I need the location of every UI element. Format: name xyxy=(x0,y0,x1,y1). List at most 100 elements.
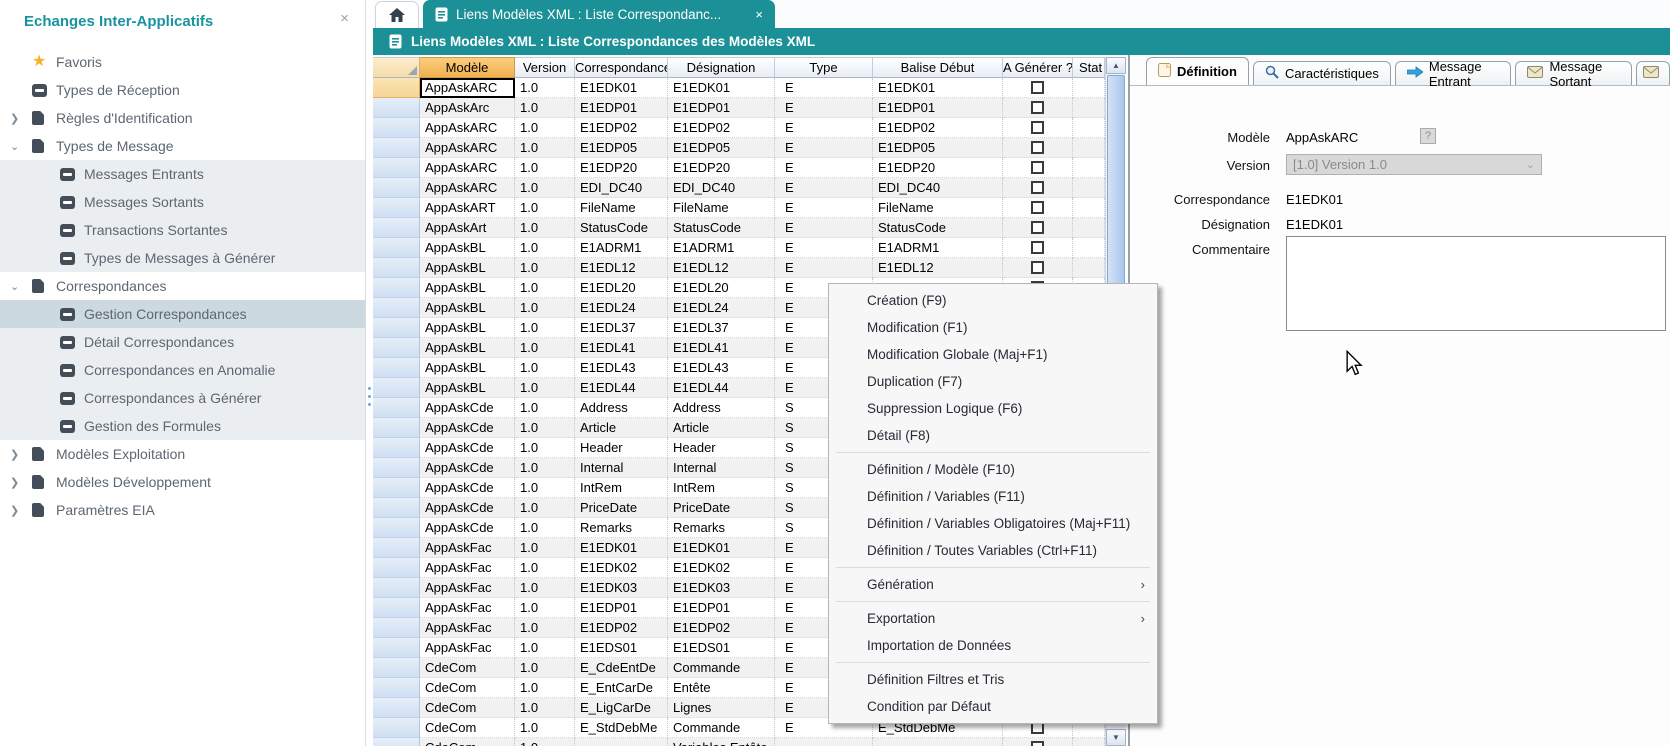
row-selector[interactable] xyxy=(373,378,420,398)
cell-designation[interactable]: E1EDL43 xyxy=(668,358,775,378)
a-generer-checkbox[interactable] xyxy=(1031,741,1044,746)
row-selector[interactable] xyxy=(373,138,420,158)
cell-modele[interactable]: AppAskCde xyxy=(420,518,515,538)
cell-correspondance[interactable]: E1EDL20 xyxy=(575,278,668,298)
row-selector[interactable] xyxy=(373,298,420,318)
context-menu-item[interactable]: Création (F9) xyxy=(829,287,1157,314)
row-selector[interactable] xyxy=(373,118,420,138)
cell-version[interactable]: 1.0 xyxy=(515,338,575,358)
cell-modele[interactable]: AppAskBL xyxy=(420,238,515,258)
row-selector[interactable] xyxy=(373,398,420,418)
cell-type[interactable]: E xyxy=(775,98,873,118)
cell-designation[interactable]: Header xyxy=(668,438,775,458)
sidebar-item[interactable]: ❯ Règles d'Identification xyxy=(0,104,365,132)
cell-stat[interactable] xyxy=(1073,198,1105,218)
cell-designation[interactable]: Lignes xyxy=(668,698,775,718)
cell-version[interactable]: 1.0 xyxy=(515,678,575,698)
sidebar-item[interactable]: Correspondances en Anomalie xyxy=(0,356,365,384)
grid-corner-cell[interactable] xyxy=(373,57,420,78)
cell-designation[interactable]: E1ADRM1 xyxy=(668,238,775,258)
cell-correspondance[interactable]: IntRem xyxy=(575,478,668,498)
row-selector[interactable] xyxy=(373,278,420,298)
row-selector[interactable] xyxy=(373,258,420,278)
table-row[interactable]: AppAskARC1.0E1EDP20E1EDP20EE1EDP20 xyxy=(373,158,1105,178)
cell-correspondance[interactable]: E_EntCarDe xyxy=(575,678,668,698)
table-row[interactable]: AppAskARC1.0E1EDP02E1EDP02EE1EDP02 xyxy=(373,118,1105,138)
context-menu-item[interactable]: Définition / Toutes Variables (Ctrl+F11) xyxy=(829,537,1157,564)
context-menu-item[interactable]: Modification Globale (Maj+F1) xyxy=(829,341,1157,368)
context-menu-item[interactable]: Définition / Variables Obligatoires (Maj… xyxy=(829,510,1157,537)
row-selector[interactable] xyxy=(373,578,420,598)
cell-version[interactable]: 1.0 xyxy=(515,258,575,278)
version-dropdown[interactable]: [1.0] Version 1.0 ⌄ xyxy=(1286,154,1542,175)
cell-correspondance[interactable]: E1EDP02 xyxy=(575,618,668,638)
cell-designation[interactable]: Remarks xyxy=(668,518,775,538)
a-generer-checkbox[interactable] xyxy=(1031,141,1044,154)
cell-type[interactable]: E xyxy=(775,218,873,238)
cell-correspondance[interactable]: E1EDK01 xyxy=(575,78,668,98)
cell-stat[interactable] xyxy=(1073,258,1105,278)
cell-modele[interactable]: CdeCom xyxy=(420,738,515,746)
cell-designation[interactable]: Article xyxy=(668,418,775,438)
cell-designation[interactable]: E1EDK02 xyxy=(668,558,775,578)
grid-column-header[interactable]: Modèle xyxy=(420,57,515,78)
row-selector[interactable] xyxy=(373,738,420,746)
table-row[interactable]: AppAskArc1.0E1EDP01E1EDP01EE1EDP01 xyxy=(373,98,1105,118)
cell-stat[interactable] xyxy=(1073,218,1105,238)
table-row[interactable]: AppAskARC1.0E1EDP05E1EDP05EE1EDP05 xyxy=(373,138,1105,158)
cell-correspondance[interactable]: FileName xyxy=(575,198,668,218)
cell-correspondance[interactable]: E1EDP01 xyxy=(575,98,668,118)
cell-balise-debut[interactable]: StatusCode xyxy=(873,218,1003,238)
cell-designation[interactable]: E1EDK01 xyxy=(668,78,775,98)
cell-balise-debut[interactable]: E1EDK01 xyxy=(873,78,1003,98)
cell-correspondance[interactable]: E1EDL24 xyxy=(575,298,668,318)
cell-type[interactable]: E xyxy=(775,198,873,218)
cell-correspondance[interactable]: E1EDL41 xyxy=(575,338,668,358)
grid-column-header[interactable]: Correspondance xyxy=(575,57,668,78)
cell-stat[interactable] xyxy=(1073,158,1105,178)
cell-modele[interactable]: AppAskArc xyxy=(420,98,515,118)
cell-modele[interactable]: AppAskFac xyxy=(420,578,515,598)
cell-designation[interactable]: E1EDP05 xyxy=(668,138,775,158)
row-selector[interactable] xyxy=(373,518,420,538)
tab-liens-modeles-xml[interactable]: Liens Modèles XML : Liste Correspondanc.… xyxy=(423,0,775,28)
cell-modele[interactable]: AppAskARC xyxy=(420,178,515,198)
row-selector[interactable] xyxy=(373,338,420,358)
cell-version[interactable]: 1.0 xyxy=(515,278,575,298)
home-tab[interactable] xyxy=(375,1,419,28)
cell-version[interactable]: 1.0 xyxy=(515,398,575,418)
cell-version[interactable]: 1.0 xyxy=(515,458,575,478)
row-selector[interactable] xyxy=(373,638,420,658)
sidebar-item[interactable]: ❯ Paramètres EIA xyxy=(0,496,365,524)
row-selector[interactable] xyxy=(373,458,420,478)
cell-modele[interactable]: AppAskARC xyxy=(420,78,515,98)
cell-designation[interactable]: Commande xyxy=(668,658,775,678)
row-selector[interactable] xyxy=(373,178,420,198)
cell-correspondance[interactable]: E_StdDebMe xyxy=(575,718,668,738)
cell-correspondance[interactable]: Header xyxy=(575,438,668,458)
row-selector[interactable] xyxy=(373,78,420,98)
grid-column-header[interactable]: A Générer ? xyxy=(1003,57,1073,78)
table-row[interactable]: CdeCom1.0Variables Entête xyxy=(373,738,1105,746)
commentaire-textarea[interactable] xyxy=(1286,236,1666,331)
row-selector[interactable] xyxy=(373,478,420,498)
context-menu-item[interactable]: Exportation› xyxy=(829,605,1157,632)
cell-stat[interactable] xyxy=(1073,238,1105,258)
cell-version[interactable]: 1.0 xyxy=(515,118,575,138)
cell-version[interactable]: 1.0 xyxy=(515,218,575,238)
cell-designation[interactable]: E1EDL37 xyxy=(668,318,775,338)
cell-modele[interactable]: AppAskCde xyxy=(420,458,515,478)
cell-modele[interactable]: AppAskFac xyxy=(420,598,515,618)
cell-stat[interactable] xyxy=(1073,118,1105,138)
cell-correspondance[interactable]: E1EDL12 xyxy=(575,258,668,278)
a-generer-checkbox[interactable] xyxy=(1031,161,1044,174)
sidebar-item[interactable]: ★ Favoris xyxy=(0,48,365,76)
cell-correspondance[interactable]: E1EDL43 xyxy=(575,358,668,378)
cell-correspondance[interactable]: E1EDS01 xyxy=(575,638,668,658)
cell-designation[interactable]: E1EDS01 xyxy=(668,638,775,658)
cell-modele[interactable]: AppAskARC xyxy=(420,138,515,158)
row-selector[interactable] xyxy=(373,658,420,678)
cell-correspondance[interactable]: EDI_DC40 xyxy=(575,178,668,198)
cell-version[interactable]: 1.0 xyxy=(515,538,575,558)
cell-version[interactable]: 1.0 xyxy=(515,178,575,198)
